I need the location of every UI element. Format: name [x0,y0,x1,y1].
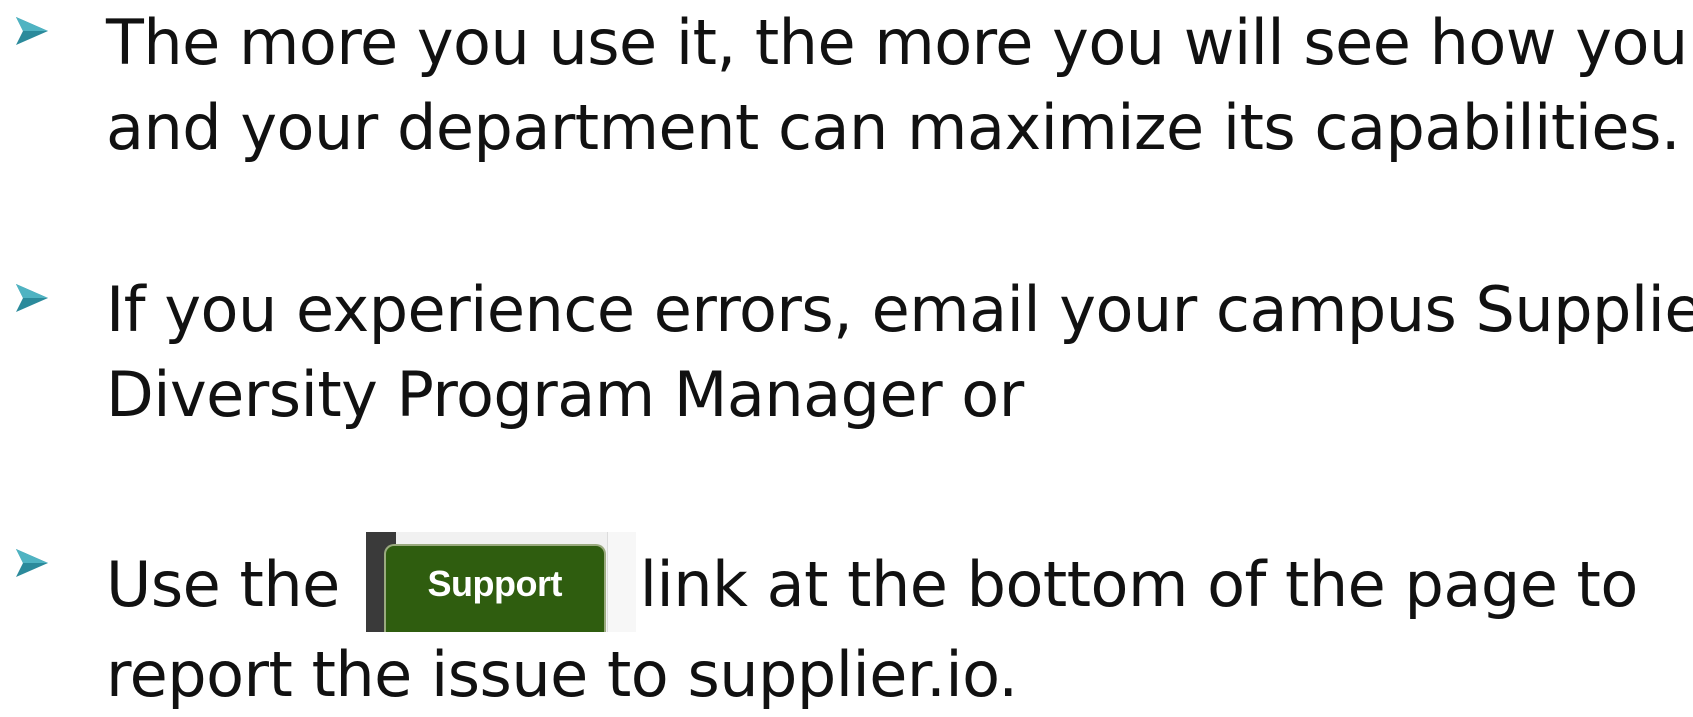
bullet-text-before: Use the [106,548,340,621]
bullet-line: Diversity Program Manager or [106,358,1024,431]
support-screenshot: Support [365,532,636,632]
bullet-line: and your department can maximize its cap… [106,91,1681,164]
right-arrowhead-icon [16,17,48,45]
screenshot-edge [606,532,636,632]
bullet-line: If you experience errors, email your cam… [106,273,1693,346]
bullet-text: If you experience errors, email your cam… [106,267,1693,437]
bullet-line: The more you use it, the more you will s… [106,6,1688,79]
bullet-text: Use the Support link at the bottom of the … [106,532,1638,717]
bullet-line: Use the Support link at the bottom of the … [106,532,1638,632]
right-arrowhead-icon [16,549,48,577]
bullet-line: report the issue to supplier.io. [106,638,1018,711]
bullet-text-after: link at the bottom of the page to [639,548,1639,621]
bullet-text: The more you use it, the more you will s… [106,0,1688,170]
right-arrowhead-icon [16,284,48,312]
support-button[interactable]: Support [383,544,606,632]
